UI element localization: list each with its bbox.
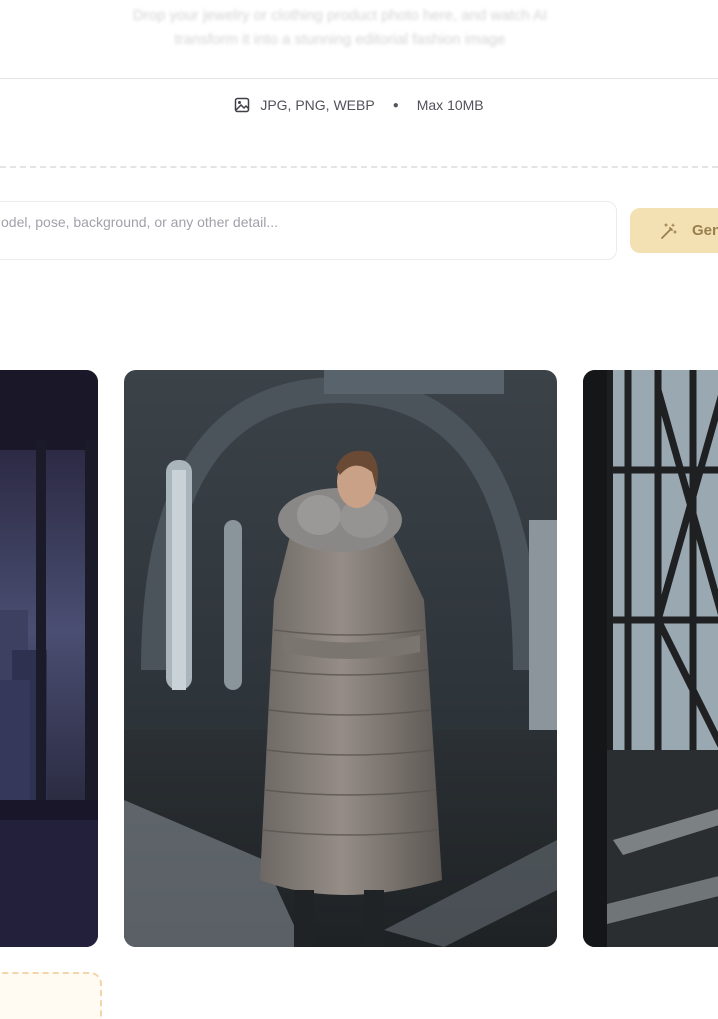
max-file-size: Max 10MB xyxy=(416,97,484,113)
file-format-info: JPG, PNG, WEBP ● Max 10MB xyxy=(0,97,718,113)
add-image-dropzone[interactable] xyxy=(0,972,102,1019)
upload-divider xyxy=(0,78,718,79)
magic-wand-icon xyxy=(661,222,677,239)
prompt-field[interactable] xyxy=(0,201,617,260)
gallery-image-night-city[interactable] xyxy=(0,370,98,947)
separator-dot: ● xyxy=(392,99,399,111)
upload-dropzone-border xyxy=(0,166,718,168)
gallery-image-industrial-windows[interactable] xyxy=(583,370,718,947)
night-city-image xyxy=(0,370,98,947)
page: Drop your jewelry or clothing product ph… xyxy=(0,0,718,1019)
industrial-windows-image xyxy=(583,370,718,947)
supported-formats: JPG, PNG, WEBP xyxy=(260,97,375,113)
model-puffer-coat-image xyxy=(124,370,557,947)
upload-description: Drop your jewelry or clothing product ph… xyxy=(132,7,548,48)
gallery-image-model-puffer-coat[interactable] xyxy=(124,370,557,947)
generate-button-label: Gen xyxy=(692,222,718,239)
prompt-input[interactable] xyxy=(1,212,596,232)
generate-button[interactable]: Gen xyxy=(630,208,718,253)
image-icon xyxy=(235,97,250,113)
